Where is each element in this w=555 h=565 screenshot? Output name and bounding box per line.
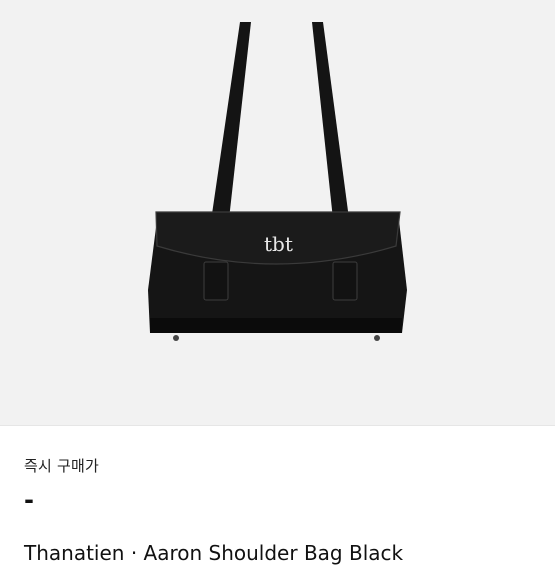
product-title: Thanatien · Aaron Shoulder Bag Black [24,541,404,565]
buy-now-label: 즉시 구매가 [24,457,99,475]
product-image[interactable]: tbt [0,0,555,425]
bag-foot-left [173,335,179,341]
bag-logo: tbt [264,232,293,256]
right-strap-tab [332,261,358,301]
bag-foot-right [374,335,380,341]
buy-now-price: - [24,486,34,514]
bag-illustration: tbt [148,22,407,341]
product-info: 즉시 구매가 - Thanatien · Aaron Shoulder Bag … [0,425,555,565]
left-strap-tab [203,261,229,301]
product-page: tbt 즉시 구매가 - Thanatien · Aaron Shoulder … [0,0,555,565]
bag-base [150,318,402,333]
